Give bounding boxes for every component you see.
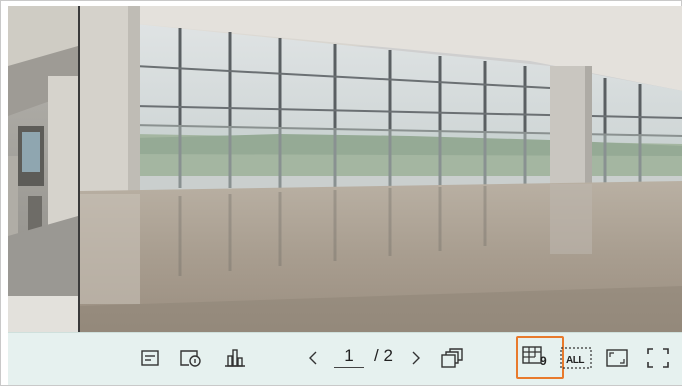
- sequence-icon: [441, 348, 463, 368]
- event-list-button[interactable]: [138, 343, 162, 373]
- next-page-button[interactable]: [408, 343, 424, 373]
- event-list-icon: [141, 350, 159, 366]
- playback-status-button[interactable]: [178, 343, 204, 373]
- prev-page-button[interactable]: [305, 343, 321, 373]
- split-9-button[interactable]: 9: [518, 340, 562, 372]
- camera-feed-2: [80, 6, 682, 332]
- all-channels-label: ALL: [566, 355, 584, 366]
- all-channels-button[interactable]: ALL: [560, 343, 594, 373]
- page-current[interactable]: 1: [334, 345, 364, 368]
- page-total: / 2: [374, 346, 393, 365]
- live-view-window: 1 / 2 9 ALL: [0, 0, 682, 386]
- fullscreen-button[interactable]: [645, 343, 671, 373]
- playback-status-icon: [180, 350, 201, 367]
- channel-tile-1[interactable]: [8, 6, 78, 332]
- channel-tile-2[interactable]: [80, 6, 682, 332]
- fullscreen-icon: [647, 348, 669, 368]
- statistics-icon: [225, 349, 245, 367]
- single-view-icon: [606, 349, 628, 367]
- camera-feed-1: [8, 6, 78, 332]
- next-page-icon: [412, 351, 420, 365]
- prev-page-icon: [309, 351, 317, 365]
- single-view-button[interactable]: [604, 343, 630, 373]
- camera-viewport: [8, 6, 682, 332]
- bottom-toolbar: 1 / 2 9 ALL: [8, 332, 682, 385]
- sequence-button[interactable]: [439, 343, 465, 373]
- statistics-button[interactable]: [222, 343, 248, 373]
- split-9-label: 9: [540, 354, 547, 368]
